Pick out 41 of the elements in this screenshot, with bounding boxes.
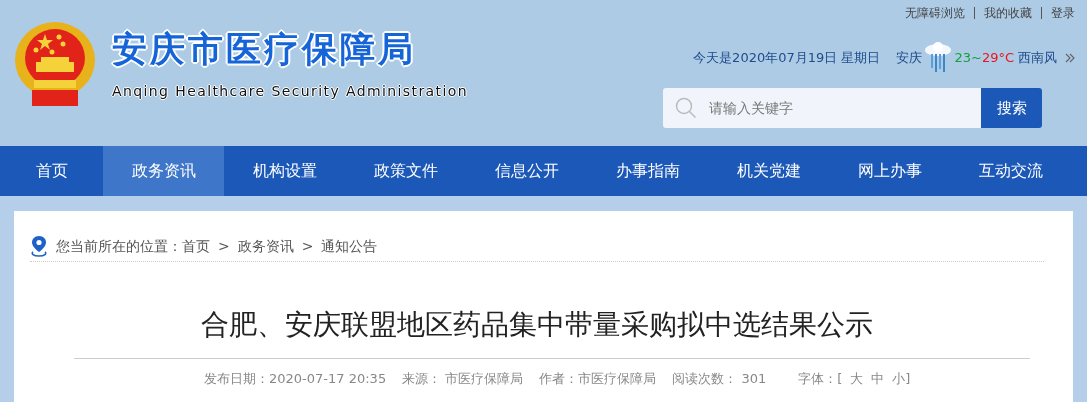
search-field[interactable]: 请输入关键字 xyxy=(663,88,981,128)
breadcrumb-link[interactable]: 通知公告 xyxy=(321,235,378,257)
high-temperature: 29°C xyxy=(981,49,1014,68)
article-meta: 发布日期：2020-07-17 20:35 xyxy=(204,370,387,388)
font-size-label: 字体：[ xyxy=(798,370,843,388)
font-size-link[interactable]: 小] xyxy=(892,369,911,389)
nav-tab[interactable]: 政务资讯 xyxy=(103,146,224,196)
nav-tab[interactable]: 机构设置 xyxy=(224,146,345,196)
nav-tab[interactable]: 互动交流 xyxy=(950,146,1071,196)
breadcrumb-separator: > xyxy=(218,236,230,256)
nav-tab[interactable]: 政策文件 xyxy=(345,146,466,196)
nav-tab[interactable]: 信息公开 xyxy=(466,146,587,196)
top-link[interactable]: 我的收藏 xyxy=(984,4,1032,22)
city-name: 安庆 xyxy=(896,49,923,68)
nav-tab[interactable]: 办事指南 xyxy=(587,146,708,196)
nav-tab[interactable]: 首页 xyxy=(0,146,103,196)
location-pin-icon xyxy=(30,235,48,257)
article-meta: 阅读次数： 301 xyxy=(672,370,767,388)
top-link[interactable]: 无障碍浏览 xyxy=(905,4,965,22)
site-title: 安庆市医疗保障局 xyxy=(112,32,417,67)
breadcrumb-link[interactable]: 政务资讯 xyxy=(237,235,294,257)
nav-tab[interactable]: 机关党建 xyxy=(708,146,829,196)
article-title: 合肥、安庆联盟地区药品集中带量采购拟中选结果公示 xyxy=(200,307,874,343)
site-subtitle: Anqing Healthcare Security Administration xyxy=(112,82,468,101)
article-meta: 来源： 市医疗保障局 xyxy=(402,370,524,388)
article-meta: 作者：市医疗保障局 xyxy=(539,370,657,388)
wind-text: 西南风 xyxy=(1018,49,1057,68)
breadcrumb-label: 您当前所在的位置： xyxy=(56,236,182,256)
breadcrumb-link[interactable]: 首页 xyxy=(182,235,210,257)
font-size-link[interactable]: 大 xyxy=(850,369,864,389)
breadcrumb-separator: > xyxy=(301,236,314,256)
nav-tab[interactable]: 网上办事 xyxy=(829,146,950,196)
temperature-separator: ~ xyxy=(970,49,982,68)
double-chevron-icon[interactable] xyxy=(1065,53,1075,63)
rain-cloud-icon xyxy=(923,42,954,74)
top-link[interactable]: 登录 xyxy=(1051,4,1075,22)
low-temperature: 23 xyxy=(954,49,971,68)
font-size-link[interactable]: 中 xyxy=(871,369,885,389)
date-text: 今天是2020年07月19日 星期日 xyxy=(693,49,881,68)
search-button[interactable]: 搜索 xyxy=(981,88,1042,128)
search-icon xyxy=(675,97,697,119)
